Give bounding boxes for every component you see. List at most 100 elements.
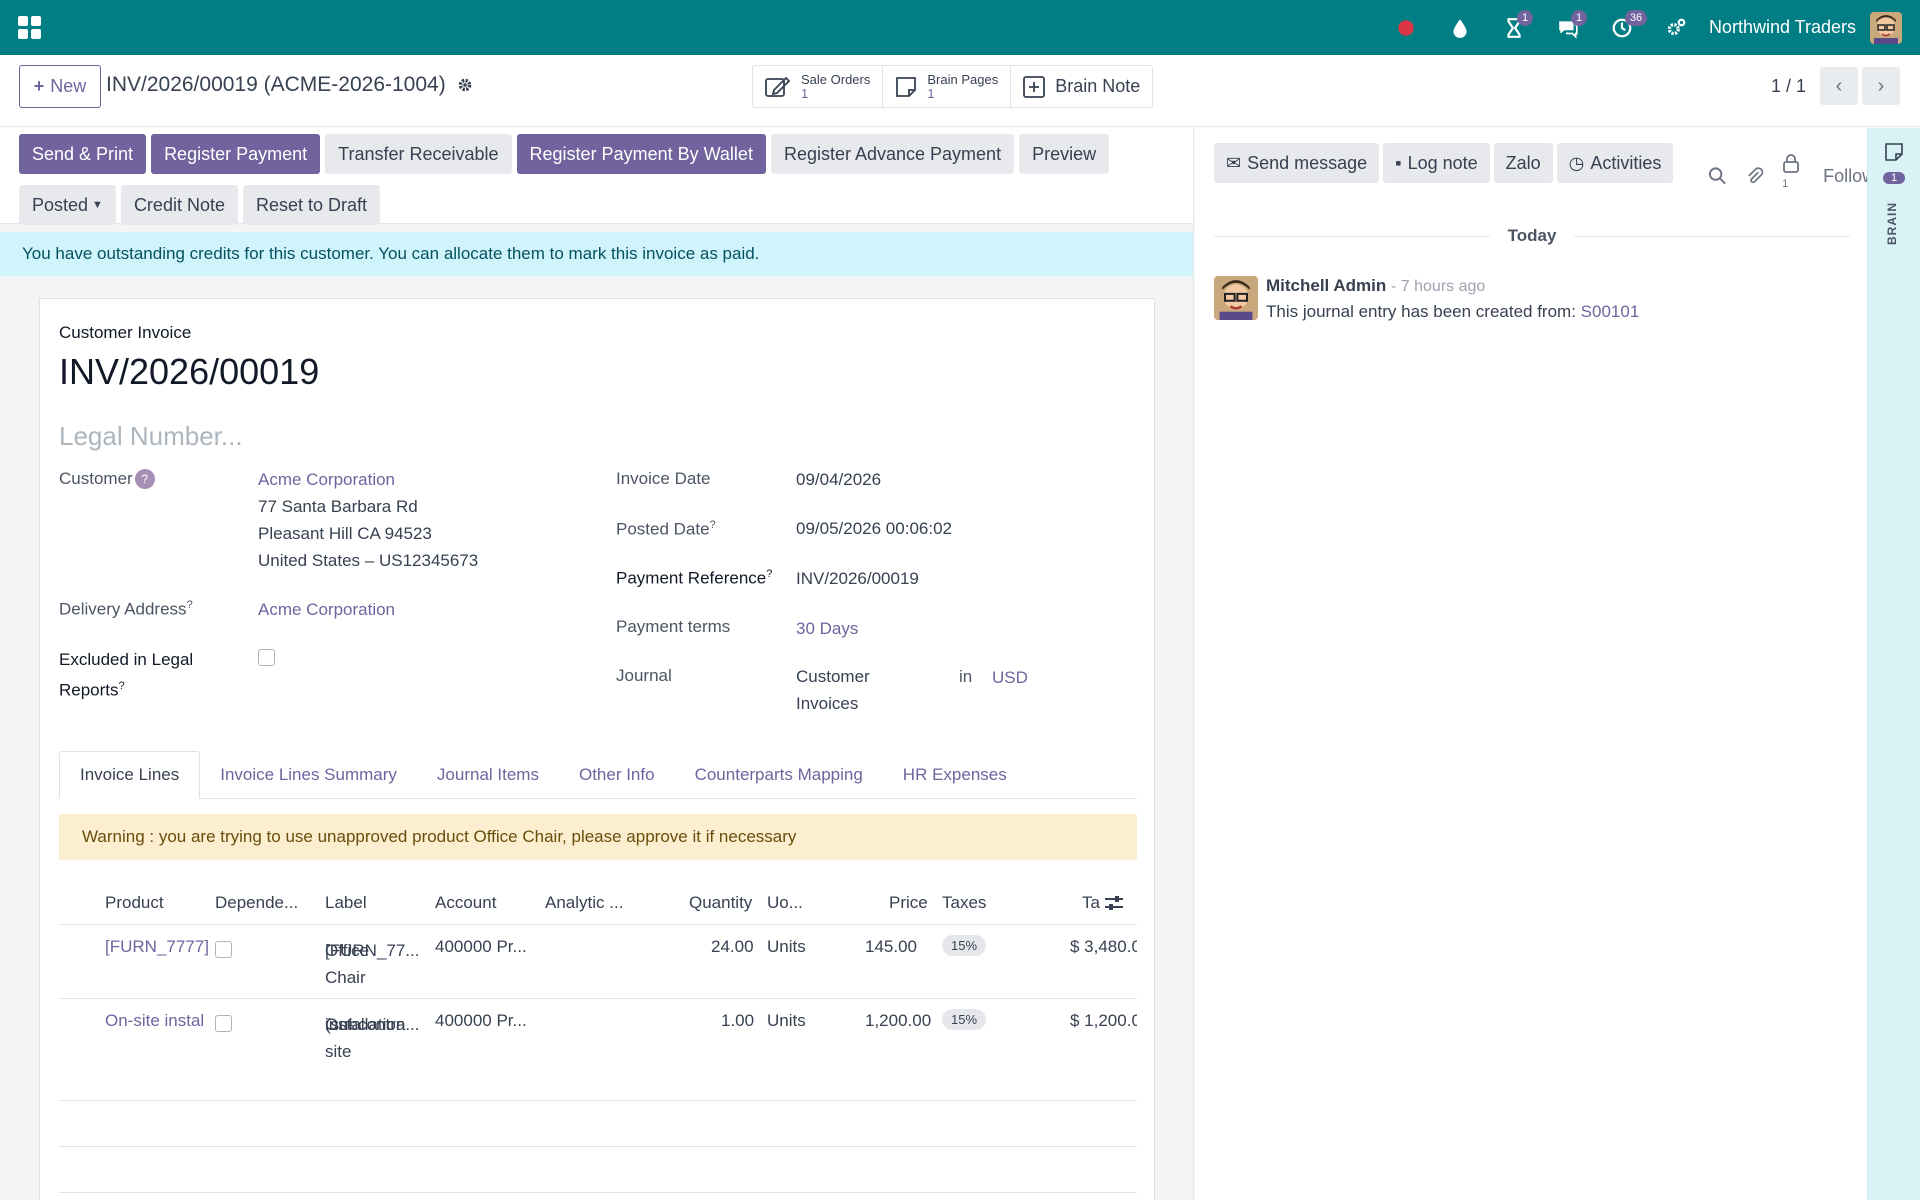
col-quantity[interactable]: Quantity <box>689 893 752 913</box>
row-dependent-checkbox[interactable] <box>215 1015 232 1032</box>
help-icon[interactable]: ? <box>134 469 155 489</box>
invoice-date-label: Invoice Date <box>616 469 711 488</box>
author-avatar[interactable] <box>1214 276 1258 320</box>
outstanding-credits-alert: You have outstanding credits for this cu… <box>0 232 1193 276</box>
col-account[interactable]: Account <box>435 893 496 913</box>
brain-note-smart-button[interactable]: Brain Note <box>1011 66 1152 107</box>
message-text: This journal entry has been created from… <box>1266 302 1576 321</box>
col-total[interactable]: Ta <box>1082 893 1100 913</box>
row-product[interactable]: On-site instal <box>105 1011 204 1031</box>
payment-reference-field[interactable]: INV/2026/00019 <box>796 565 919 592</box>
pager-value[interactable]: 1 / 1 <box>1771 76 1806 97</box>
followers-count: 1 <box>1782 178 1789 190</box>
message-author[interactable]: Mitchell Admin <box>1266 276 1386 295</box>
transfer-receivable-button[interactable]: Transfer Receivable <box>325 134 512 174</box>
tab-other-info[interactable]: Other Info <box>559 751 675 799</box>
pager-next-button[interactable]: › <box>1862 67 1900 105</box>
row-quantity: 24.00 <box>711 937 754 956</box>
journal-field[interactable]: Customer Invoices <box>796 663 870 717</box>
send-message-label: Send message <box>1247 152 1368 173</box>
col-uom[interactable]: Uo... <box>767 893 803 913</box>
col-analytic[interactable]: Analytic ... <box>545 893 623 913</box>
hourglass-icon[interactable]: 1 <box>1487 0 1541 55</box>
tab-hr-expenses[interactable]: HR Expenses <box>883 751 1027 799</box>
delivery-address-label: Delivery Address? <box>59 599 193 619</box>
excluded-label-line2: Reports <box>59 680 119 700</box>
tab-invoice-lines[interactable]: Invoice Lines <box>59 751 201 799</box>
zalo-button[interactable]: Zalo <box>1493 143 1553 183</box>
posted-date-field[interactable]: 09/05/2026 00:06:02 <box>796 515 952 542</box>
send-message-button[interactable]: ✉ Send message <box>1214 143 1380 183</box>
form-view: Send & Print Register Payment Transfer R… <box>0 128 1194 1200</box>
col-product[interactable]: Product <box>105 893 164 913</box>
today-label: Today <box>1507 226 1557 245</box>
table-row[interactable]: [FURN_7777] [FURN_77... Office Chair 4000… <box>59 925 1137 999</box>
register-payment-button[interactable]: Register Payment <box>151 134 321 174</box>
sale-orders-smart-button[interactable]: Sale Orders 1 <box>753 66 884 107</box>
table-row[interactable]: On-site instal On-site installation (subco… <box>59 999 1137 1101</box>
row-uom: Units <box>767 937 806 956</box>
reset-draft-button[interactable]: Reset to Draft <box>242 185 381 225</box>
col-price[interactable]: Price <box>889 893 928 913</box>
followers-button[interactable]: 1 <box>1782 153 1805 199</box>
row-product[interactable]: [FURN_7777] <box>105 937 209 957</box>
row-label-line3: (subcontra... <box>325 1015 420 1034</box>
pager-previous-button[interactable]: ‹ <box>1820 67 1858 105</box>
chatter-topbar: ✉ Send message ▪ Log note Zalo ◷ Activities <box>1214 143 1674 183</box>
drop-icon[interactable] <box>1433 0 1487 55</box>
legal-number-input[interactable]: Legal Number... <box>59 421 243 452</box>
send-print-button[interactable]: Send & Print <box>19 134 147 174</box>
log-note-button[interactable]: ▪ Log note <box>1383 143 1490 183</box>
journal-line1: Customer <box>796 667 870 686</box>
col-taxes[interactable]: Taxes <box>942 893 986 913</box>
chatter-message: Mitchell Admin - 7 hours ago This journa… <box>1214 276 1639 322</box>
tab-invoice-lines-summary[interactable]: Invoice Lines Summary <box>200 751 417 799</box>
tab-journal-items[interactable]: Journal Items <box>417 751 559 799</box>
new-button[interactable]: + New <box>19 65 101 108</box>
apps-menu-icon[interactable] <box>18 15 42 40</box>
pager: 1 / 1 ‹ › <box>1771 67 1900 105</box>
status-dropdown[interactable]: Posted ▼ <box>19 185 116 225</box>
tab-counterparts-mapping[interactable]: Counterparts Mapping <box>675 751 883 799</box>
invoice-date-field[interactable]: 09/04/2026 <box>796 466 881 493</box>
row-dependent-checkbox[interactable] <box>215 941 232 958</box>
follow-button[interactable]: Follow <box>1823 166 1867 187</box>
col-dependent[interactable]: Depende... <box>215 893 298 913</box>
customer-address-block: Acme Corporation 77 Santa Barbara Rd Ple… <box>258 466 478 574</box>
search-icon[interactable] <box>1708 166 1727 186</box>
gear-icon[interactable] <box>456 76 474 94</box>
invoice-number: INV/2026/00019 <box>59 351 320 392</box>
messages-icon[interactable]: 1 <box>1541 0 1595 55</box>
date-separator: Today <box>1214 226 1850 246</box>
excluded-legal-checkbox[interactable] <box>258 649 275 666</box>
preview-button[interactable]: Preview <box>1019 134 1110 174</box>
activities-button[interactable]: ◷ Activities <box>1556 143 1674 183</box>
paperclip-icon[interactable] <box>1745 166 1764 186</box>
row-tax-badge[interactable]: 15% <box>942 935 987 956</box>
brain-side-panel[interactable]: 1 BRAIN <box>1867 128 1920 1200</box>
caret-down-icon: ▼ <box>92 199 103 211</box>
column-settings-icon[interactable] <box>1104 894 1124 917</box>
record-dot-icon[interactable] <box>1379 0 1433 55</box>
invoice-lines-table: Product Depende... Label Account Analyti… <box>59 879 1137 1193</box>
col-label[interactable]: Label <box>325 893 367 913</box>
chevron-left-icon: ‹ <box>1835 74 1843 97</box>
customer-name-link[interactable]: Acme Corporation <box>258 466 478 493</box>
currency-link[interactable]: USD <box>992 664 1028 691</box>
payment-terms-link[interactable]: 30 Days <box>796 615 858 642</box>
register-payment-wallet-button[interactable]: Register Payment By Wallet <box>516 134 766 174</box>
row-tax-badge[interactable]: 15% <box>942 1009 987 1030</box>
note-icon[interactable] <box>1884 142 1904 162</box>
user-avatar[interactable] <box>1870 11 1902 44</box>
credit-note-button[interactable]: Credit Note <box>120 185 238 225</box>
clock-icon[interactable]: 36 <box>1595 0 1649 55</box>
sale-order-link[interactable]: S00101 <box>1581 302 1640 321</box>
company-name[interactable]: Northwind Traders <box>1709 17 1856 38</box>
brain-pages-smart-button[interactable]: Brain Pages 1 <box>883 66 1012 107</box>
register-advance-payment-button[interactable]: Register Advance Payment <box>770 134 1015 174</box>
delivery-address-link[interactable]: Acme Corporation <box>258 596 395 623</box>
chatter-panel: ✉ Send message ▪ Log note Zalo ◷ Activities… <box>1195 128 1867 1200</box>
excluded-label-line1: Excluded in Legal <box>59 650 194 669</box>
settings-gears-icon[interactable] <box>1649 0 1703 55</box>
smart-buttons: Sale Orders 1 Brain Pages 1 Brain Note <box>752 65 1154 108</box>
